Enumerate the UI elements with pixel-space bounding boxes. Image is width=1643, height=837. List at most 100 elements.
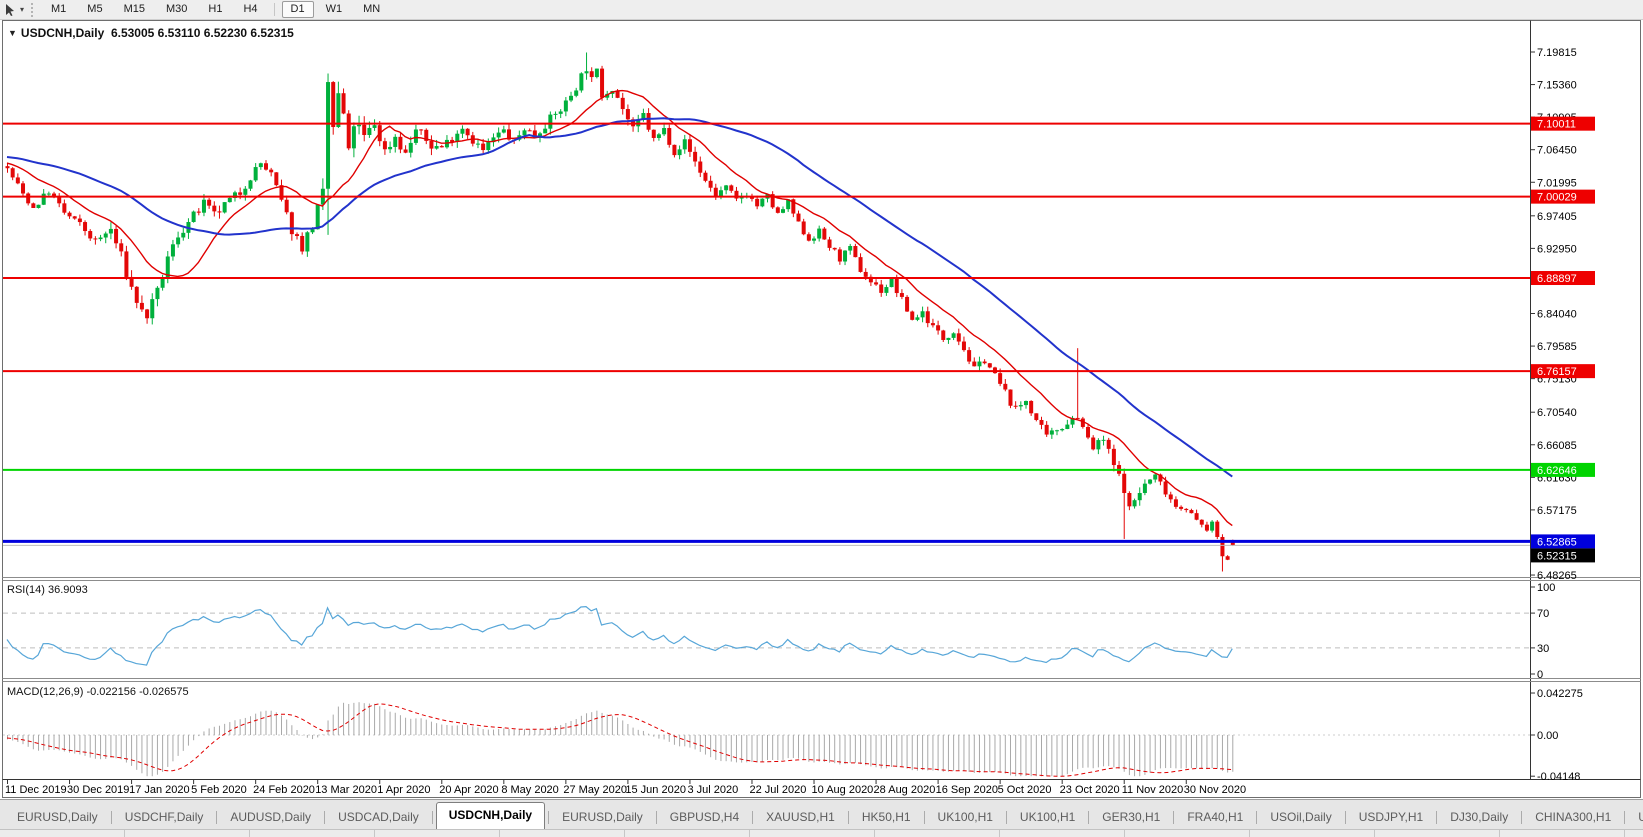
tab-divider	[1173, 811, 1174, 824]
tab-divider	[1345, 811, 1346, 824]
tab-usdcnh-daily[interactable]: USDCNH,Daily	[436, 802, 545, 830]
svg-text:23 Oct 2020: 23 Oct 2020	[1060, 784, 1120, 796]
svg-text:8 May 2020: 8 May 2020	[501, 784, 558, 796]
svg-text:7.01995: 7.01995	[1537, 177, 1577, 189]
svg-text:5 Oct 2020: 5 Oct 2020	[998, 784, 1052, 796]
rsi-indicator-label: RSI(14) 36.9093	[7, 584, 88, 596]
svg-text:6.48265: 6.48265	[1537, 570, 1577, 582]
timeframe-button-h4[interactable]: H4	[234, 1, 266, 18]
timeframe-button-d1[interactable]: D1	[282, 1, 314, 18]
collapse-triangle-icon[interactable]: ▼	[8, 28, 17, 38]
toolbar: ▾ M1M5M15M30H1H4 D1W1MN	[0, 0, 1643, 20]
tab-dj30-daily[interactable]: DJ30,Daily	[1438, 806, 1520, 829]
svg-text:11 Dec 2019: 11 Dec 2019	[5, 784, 67, 796]
svg-text:6.70540: 6.70540	[1537, 407, 1577, 419]
tab-usoil-daily[interactable]: USOil,Daily	[1258, 806, 1343, 829]
tab-china300-h1[interactable]: CHINA300,H1	[1523, 806, 1623, 829]
tab-divider	[924, 811, 925, 824]
svg-text:7.06450: 7.06450	[1537, 145, 1577, 157]
timeframe-button-m30[interactable]: M30	[157, 1, 196, 18]
tab-usoil-h1[interactable]: USOil,H1	[1626, 806, 1643, 829]
timeframe-button-mn[interactable]: MN	[354, 1, 389, 18]
timeframe-button-m1[interactable]: M1	[42, 1, 75, 18]
chart-symbol-period: USDCNH,Daily	[21, 26, 104, 40]
tab-eurusd-daily[interactable]: EURUSD,Daily	[5, 806, 110, 829]
svg-text:0.00: 0.00	[1537, 730, 1558, 742]
svg-text:6.52315: 6.52315	[1537, 550, 1577, 562]
toolbar-separator	[274, 3, 275, 16]
tab-audusd-daily[interactable]: AUDUSD,Daily	[218, 806, 323, 829]
tab-divider	[111, 811, 112, 824]
svg-text:6.57175: 6.57175	[1537, 505, 1577, 517]
tab-divider	[1624, 811, 1625, 824]
svg-text:15 Jun 2020: 15 Jun 2020	[625, 784, 686, 796]
timeframe-button-h1[interactable]: H1	[199, 1, 231, 18]
svg-text:70: 70	[1537, 608, 1549, 620]
svg-text:10 Aug 2020: 10 Aug 2020	[812, 784, 874, 796]
tab-divider	[1436, 811, 1437, 824]
svg-text:6.66085: 6.66085	[1537, 440, 1577, 452]
tab-uk100-h1[interactable]: UK100,H1	[926, 806, 1005, 829]
svg-text:13 Mar 2020: 13 Mar 2020	[315, 784, 377, 796]
svg-text:17 Jan 2020: 17 Jan 2020	[129, 784, 190, 796]
svg-text:30 Nov 2020: 30 Nov 2020	[1184, 784, 1246, 796]
svg-text:6.79585: 6.79585	[1537, 341, 1577, 353]
tab-divider	[1088, 811, 1089, 824]
tab-usdchf-daily[interactable]: USDCHF,Daily	[113, 806, 216, 829]
symbol-tabbar: EURUSD,DailyUSDCHF,DailyAUDUSD,DailyUSDC…	[0, 799, 1643, 829]
svg-text:30 Dec 2019: 30 Dec 2019	[67, 784, 129, 796]
svg-text:24 Feb 2020: 24 Feb 2020	[253, 784, 315, 796]
toolbar-grip[interactable]	[31, 3, 36, 17]
svg-text:27 May 2020: 27 May 2020	[563, 784, 627, 796]
tab-usdjpy-h1[interactable]: USDJPY,H1	[1347, 806, 1435, 829]
timeframe-button-m5[interactable]: M5	[78, 1, 111, 18]
svg-text:1 Apr 2020: 1 Apr 2020	[377, 784, 430, 796]
tab-divider	[848, 811, 849, 824]
tab-divider	[1006, 811, 1007, 824]
svg-text:7.15360: 7.15360	[1537, 80, 1577, 92]
tab-divider	[1256, 811, 1257, 824]
symbol-tabs: EURUSD,DailyUSDCHF,DailyAUDUSD,DailyUSDC…	[5, 802, 1643, 829]
tab-divider	[216, 811, 217, 824]
svg-text:6.84040: 6.84040	[1537, 309, 1577, 321]
timeframe-button-m15[interactable]: M15	[115, 1, 154, 18]
svg-text:3 Jul 2020: 3 Jul 2020	[687, 784, 738, 796]
tab-divider	[432, 811, 433, 824]
chart-canvas[interactable]: 7.198157.153607.109057.064507.019956.974…	[0, 0, 1643, 837]
svg-text:6.97405: 6.97405	[1537, 211, 1577, 223]
tab-divider	[752, 811, 753, 824]
tab-uk100-h1[interactable]: UK100,H1	[1008, 806, 1087, 829]
svg-text:28 Aug 2020: 28 Aug 2020	[874, 784, 936, 796]
svg-text:-0.04148: -0.04148	[1537, 771, 1580, 783]
svg-text:30: 30	[1537, 643, 1549, 655]
svg-text:6.88897: 6.88897	[1537, 273, 1577, 285]
svg-text:0: 0	[1537, 669, 1543, 681]
tab-eurusd-daily[interactable]: EURUSD,Daily	[550, 806, 655, 829]
chart-title: ▼USDCNH,Daily 6.53005 6.53110 6.52230 6.…	[8, 26, 294, 40]
svg-text:7.00029: 7.00029	[1537, 192, 1577, 204]
svg-text:20 Apr 2020: 20 Apr 2020	[439, 784, 498, 796]
tab-xauusd-h1[interactable]: XAUUSD,H1	[754, 806, 847, 829]
tab-ger30-h1[interactable]: GER30,H1	[1090, 806, 1172, 829]
svg-text:6.62646: 6.62646	[1537, 465, 1577, 477]
svg-text:6.76157: 6.76157	[1537, 366, 1577, 378]
tab-hk50-h1[interactable]: HK50,H1	[850, 806, 923, 829]
tab-gbpusd-h4[interactable]: GBPUSD,H4	[658, 806, 751, 829]
timeframe-button-w1[interactable]: W1	[317, 1, 352, 18]
tab-fra40-h1[interactable]: FRA40,H1	[1175, 806, 1255, 829]
svg-text:22 Jul 2020: 22 Jul 2020	[749, 784, 806, 796]
svg-text:16 Sep 2020: 16 Sep 2020	[936, 784, 998, 796]
dropdown-caret-icon[interactable]: ▾	[20, 5, 24, 14]
svg-text:7.19815: 7.19815	[1537, 47, 1577, 59]
svg-text:5 Feb 2020: 5 Feb 2020	[191, 784, 247, 796]
svg-text:11 Nov 2020: 11 Nov 2020	[1122, 784, 1184, 796]
tab-divider	[548, 811, 549, 824]
tab-usdcad-daily[interactable]: USDCAD,Daily	[326, 806, 431, 829]
timeframe-buttons: M1M5M15M30H1H4 D1W1MN	[42, 1, 389, 18]
macd-indicator-label: MACD(12,26,9) -0.022156 -0.026575	[7, 686, 189, 698]
svg-text:7.10011: 7.10011	[1537, 119, 1576, 131]
svg-text:6.52865: 6.52865	[1537, 536, 1577, 548]
chart-cursor-icon[interactable]	[3, 3, 19, 17]
svg-text:100: 100	[1537, 582, 1555, 594]
tab-divider	[656, 811, 657, 824]
